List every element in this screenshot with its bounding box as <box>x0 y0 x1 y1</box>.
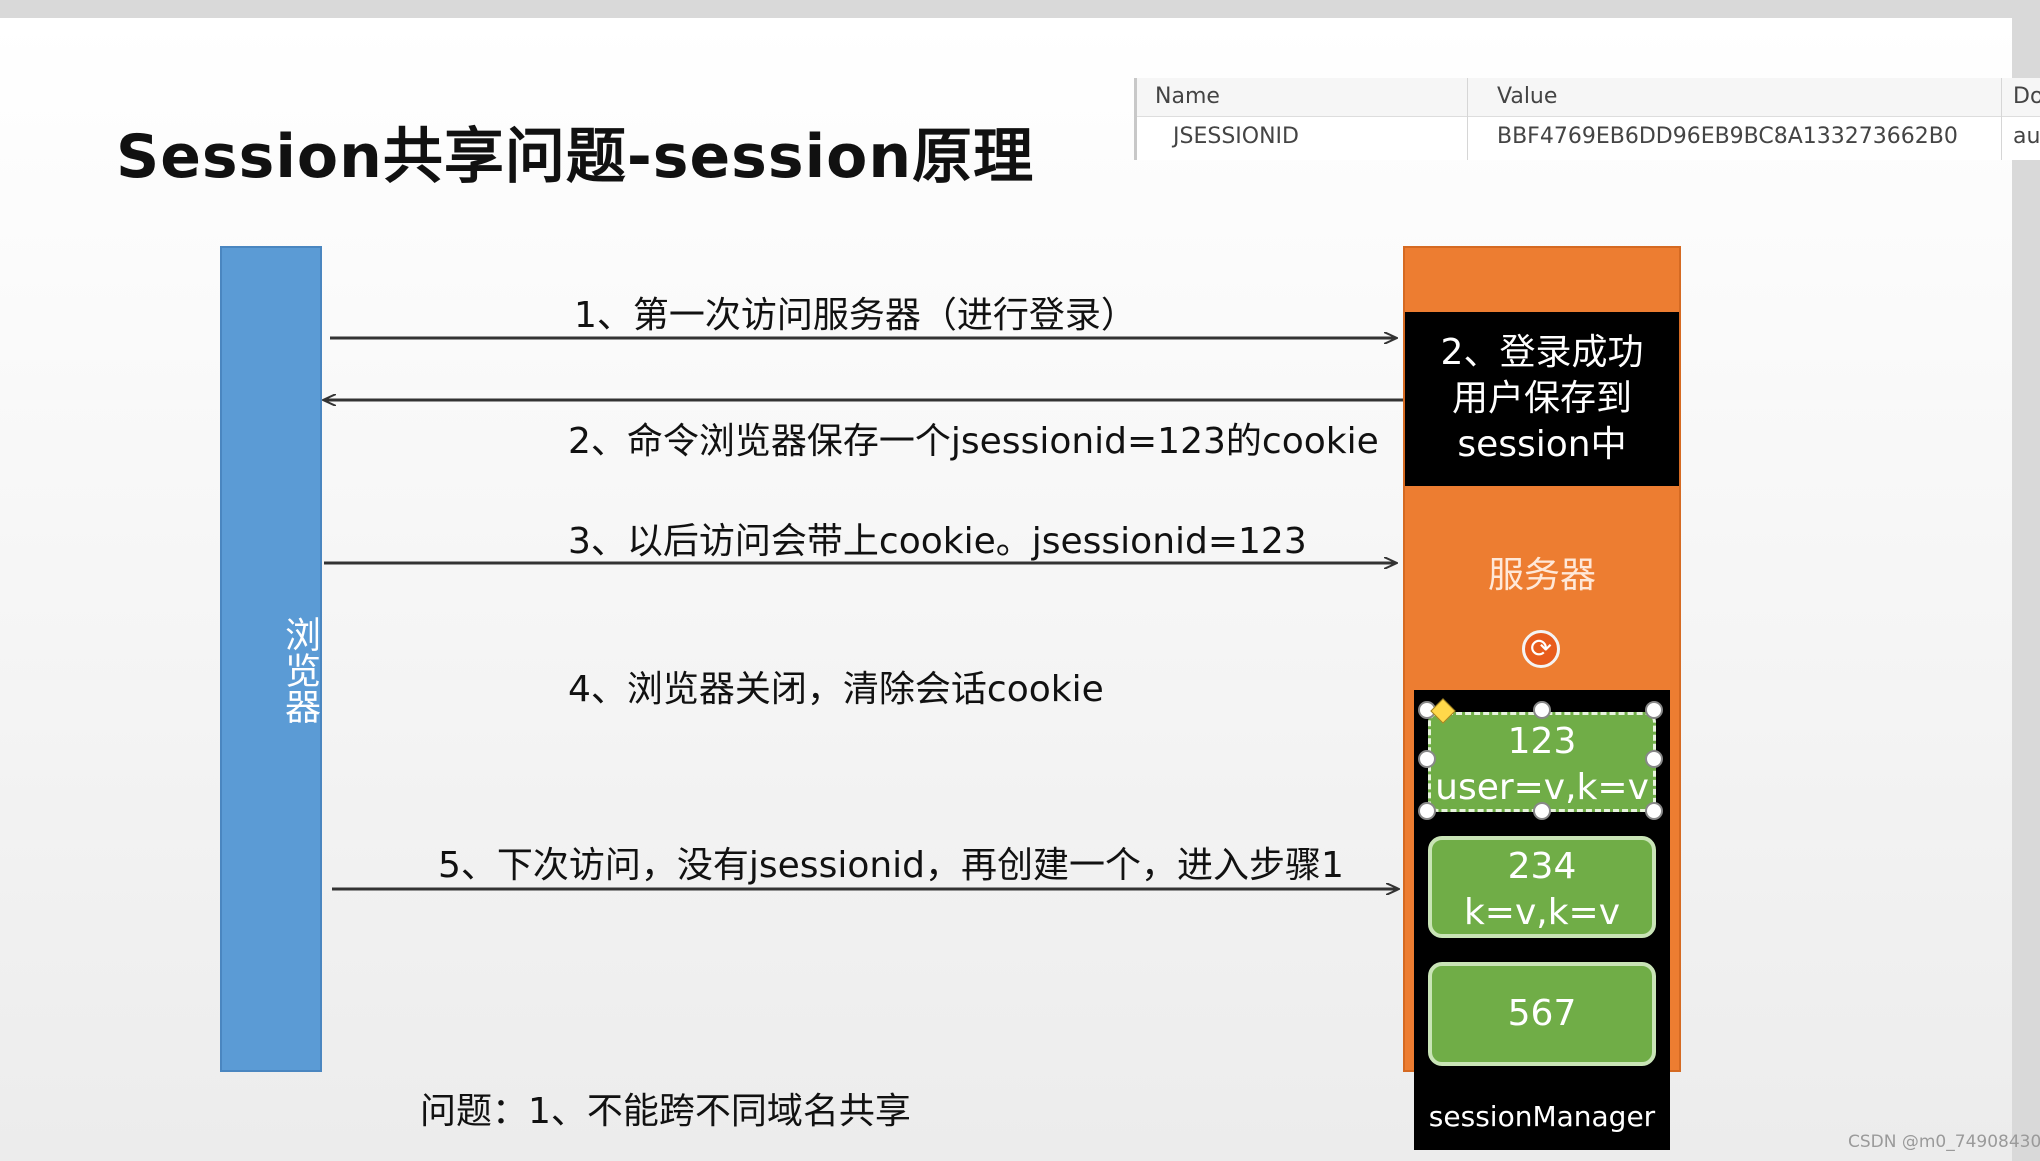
message-step-3: 3、以后访问会带上cookie。jsessionid=123 <box>568 521 1307 562</box>
message-step-2: 2、命令浏览器保存一个jsessionid=123的cookie <box>568 421 1379 462</box>
problem-note: 问题：1、不能跨不同域名共享 <box>420 1091 911 1132</box>
message-step-5: 5、下次访问，没有jsessionid，再创建一个，进入步骤1 <box>438 845 1344 886</box>
watermark: CSDN @m0_74908430 <box>1848 1132 2040 1152</box>
message-arrows <box>0 0 1403 1161</box>
message-step-1: 1、第一次访问服务器（进行登录） <box>574 295 1137 336</box>
message-step-4: 4、浏览器关闭，清除会话cookie <box>568 669 1104 710</box>
